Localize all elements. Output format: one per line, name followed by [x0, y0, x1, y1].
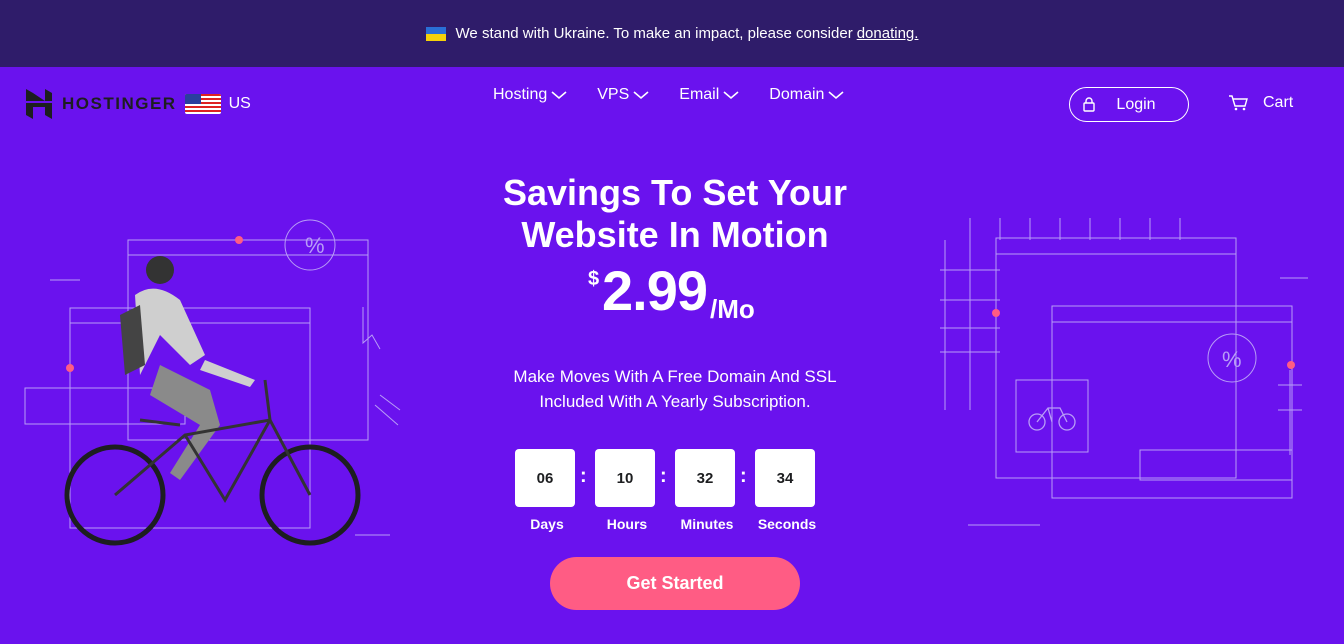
svg-text:%: %: [305, 233, 325, 258]
hero-subtitle-line1: Make Moves With A Free Domain And SSL: [513, 367, 837, 386]
cart-button[interactable]: Cart: [1229, 94, 1293, 112]
nav-item-label: VPS: [597, 86, 630, 103]
price-period: /Mo: [710, 294, 755, 324]
countdown-days-label: Days: [530, 516, 564, 532]
hostinger-logo-icon: [26, 89, 52, 119]
us-flag-icon: [184, 94, 221, 114]
lock-icon: [1083, 97, 1095, 112]
nav-item-hosting[interactable]: Hosting: [493, 86, 567, 104]
ukraine-banner: We stand with Ukraine. To make an impact…: [0, 0, 1344, 67]
countdown-separator: :: [660, 465, 667, 487]
shop-illustration: %: [940, 218, 1308, 526]
countdown-minutes-label: Minutes: [680, 516, 734, 532]
hero-title-line1: Savings To Set Your: [502, 172, 848, 213]
countdown-separator: :: [740, 465, 747, 487]
countdown-seconds-label: Seconds: [757, 516, 817, 532]
brand-name: HOSTINGER: [62, 94, 177, 113]
nav-item-label: Domain: [769, 86, 825, 103]
login-label: Login: [1116, 95, 1156, 113]
cart-icon: [1229, 95, 1248, 111]
nav-menu: Hosting VPS Email Domain: [493, 86, 874, 104]
price-amount: 2.99: [602, 259, 708, 322]
chevron-down-icon: [633, 91, 649, 100]
price-display: $ 2.99 /Mo: [570, 258, 780, 324]
price-currency: $: [588, 268, 600, 290]
nav-item-label: Hosting: [493, 86, 548, 103]
cart-label: Cart: [1263, 94, 1294, 111]
ukraine-flag-icon: [425, 26, 446, 41]
nav-item-domain[interactable]: Domain: [769, 86, 844, 104]
countdown-minutes: 32: [675, 449, 735, 507]
hero-subtitle: Make Moves With A Free Domain And SSL In…: [460, 364, 890, 414]
region-label: US: [228, 95, 251, 112]
nav-item-vps[interactable]: VPS: [597, 86, 649, 104]
hero-title-line2: Website In Motion: [521, 214, 829, 255]
svg-text:%: %: [1222, 347, 1242, 372]
banner-text: We stand with Ukraine. To make an impact…: [455, 25, 853, 42]
login-button[interactable]: Login: [1069, 87, 1189, 122]
countdown-hours-label: Hours: [606, 516, 648, 532]
countdown-seconds: 34: [755, 449, 815, 507]
countdown-timer: 06 : 10 : 32 : 34 Days Hours Minutes Sec…: [515, 449, 835, 539]
chevron-down-icon: [828, 91, 844, 100]
countdown-separator: :: [580, 465, 587, 487]
main-nav: HOSTINGER US Hosting VPS Email Domain Lo…: [0, 67, 1344, 143]
chevron-down-icon: [551, 91, 567, 100]
get-started-button[interactable]: Get Started: [550, 557, 800, 610]
cyclist-illustration: %: [24, 219, 401, 546]
logo[interactable]: HOSTINGER US: [26, 89, 251, 119]
countdown-days: 06: [515, 449, 575, 507]
chevron-down-icon: [723, 91, 739, 100]
nav-item-email[interactable]: Email: [679, 86, 739, 104]
countdown-hours: 10: [595, 449, 655, 507]
donate-link[interactable]: donating.: [857, 25, 919, 42]
hero-title: Savings To Set Your Website In Motion: [400, 172, 950, 256]
hero-subtitle-line2: Included With A Yearly Subscription.: [539, 392, 811, 411]
nav-item-label: Email: [679, 86, 720, 103]
